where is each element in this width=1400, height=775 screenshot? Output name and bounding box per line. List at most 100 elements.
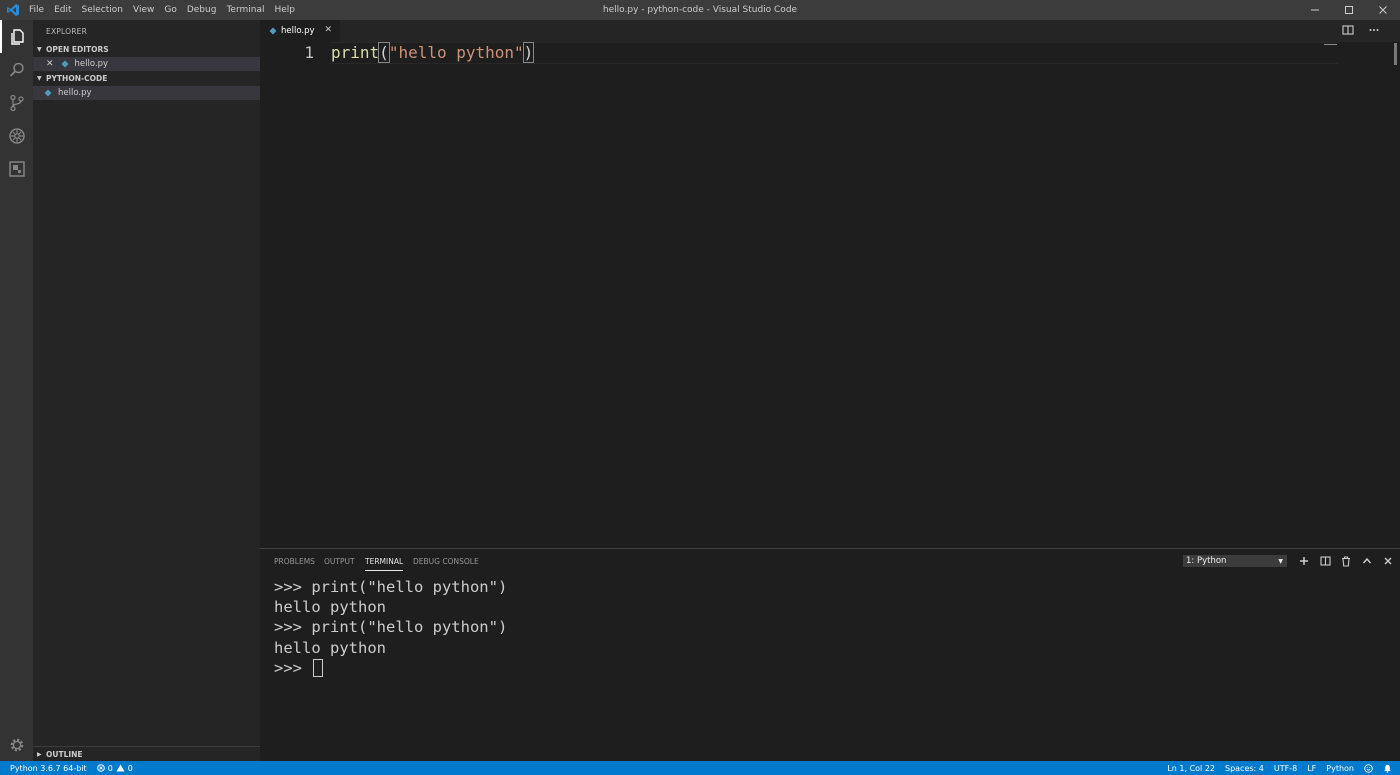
vscode-logo-icon — [7, 4, 19, 16]
terminal-line: hello python — [274, 598, 386, 617]
more-actions-icon[interactable] — [1368, 24, 1380, 36]
bottom-panel: PROBLEMS OUTPUT TERMINAL DEBUG CONSOLE 1… — [260, 548, 1400, 761]
window-controls — [1298, 0, 1400, 20]
code-open-paren: ( — [378, 42, 390, 63]
tab-label: hello.py — [281, 26, 315, 36]
warning-icon — [116, 764, 125, 772]
encoding[interactable]: UTF-8 — [1274, 764, 1297, 773]
tab-output[interactable]: OUTPUT — [324, 557, 355, 566]
status-bar-right: Ln 1, Col 22 Spaces: 4 UTF-8 LF Python — [1167, 761, 1392, 775]
menu-go[interactable]: Go — [164, 5, 176, 15]
terminal-select-value: 1: Python — [1186, 556, 1227, 566]
maximize-button[interactable] — [1332, 0, 1366, 20]
maximize-panel-button[interactable] — [1361, 555, 1373, 567]
terminal-line: hello python — [274, 638, 386, 657]
terminal-prompt: >>> — [274, 658, 312, 677]
status-bar: Python 3.6.7 64-bit 0 0 Ln 1, Col 22 Spa… — [0, 761, 1400, 775]
panel-actions — [1298, 555, 1394, 567]
terminal-cursor — [313, 658, 324, 677]
terminal-line: >>> print("hello python") — [274, 578, 508, 596]
minimap[interactable] — [1324, 44, 1337, 45]
split-icon — [1319, 556, 1331, 566]
outline-label: OUTLINE — [46, 749, 83, 759]
error-icon — [96, 764, 105, 772]
search-icon — [9, 62, 24, 77]
menu-help[interactable]: Help — [274, 5, 295, 15]
vertical-scrollbar[interactable] — [1386, 42, 1400, 548]
menu-terminal[interactable]: Terminal — [226, 5, 264, 15]
smiley-icon — [1364, 763, 1373, 773]
new-terminal-button[interactable] — [1298, 555, 1310, 567]
indentation[interactable]: Spaces: 4 — [1225, 764, 1264, 773]
folder-header[interactable]: ▼ PYTHON-CODE — [33, 71, 260, 85]
gear-icon — [10, 738, 23, 751]
line-number: 1 — [304, 43, 314, 62]
activity-search[interactable] — [0, 53, 33, 86]
tab-problems[interactable]: PROBLEMS — [274, 557, 315, 566]
end-of-line[interactable]: LF — [1307, 764, 1316, 773]
activity-manage[interactable] — [0, 728, 33, 761]
python-interpreter[interactable]: Python 3.6.7 64-bit — [10, 764, 87, 773]
editor-tab-bar: hello.py ✕ — [260, 20, 1400, 42]
code-editor[interactable]: 1 print("hello python") — [260, 42, 1400, 548]
problems-status[interactable]: 0 0 — [96, 763, 133, 773]
close-icon — [1384, 557, 1392, 565]
cursor-position[interactable]: Ln 1, Col 22 — [1167, 764, 1215, 773]
split-terminal-button[interactable] — [1319, 555, 1331, 567]
code-close-paren: ) — [522, 42, 535, 63]
menu-bar: File Edit Selection View Go Debug Termin… — [29, 0, 305, 20]
file-tree-item[interactable]: hello.py — [33, 86, 260, 100]
activity-bar — [0, 20, 33, 761]
close-icon — [1379, 6, 1387, 14]
menu-selection[interactable]: Selection — [82, 5, 123, 15]
feedback-button[interactable] — [1364, 763, 1373, 773]
language-mode[interactable]: Python — [1326, 764, 1354, 773]
code-line[interactable]: print("hello python") — [331, 42, 535, 63]
terminal-select[interactable]: 1: Python ▼ — [1183, 555, 1287, 567]
minimize-icon — [1311, 9, 1319, 11]
kill-terminal-button[interactable] — [1340, 555, 1352, 567]
editor-actions — [1342, 24, 1380, 36]
trash-icon — [1342, 555, 1350, 567]
tab-close-icon[interactable]: ✕ — [324, 25, 332, 35]
python-file-icon — [44, 89, 52, 97]
close-window-button[interactable] — [1366, 0, 1400, 20]
chevron-down-icon: ▼ — [37, 74, 42, 82]
maximize-icon — [1345, 6, 1353, 14]
minimize-button[interactable] — [1298, 0, 1332, 20]
chevron-right-icon: ▶ — [37, 750, 42, 758]
error-count: 0 — [107, 763, 113, 773]
sidebar-title: EXPLORER — [46, 27, 87, 36]
close-panel-button[interactable] — [1382, 555, 1394, 567]
notifications-button[interactable] — [1383, 764, 1392, 773]
terminal-prompt-line[interactable]: >>> — [274, 658, 507, 678]
file-tree-filename: hello.py — [58, 88, 92, 98]
close-editor-icon[interactable]: ✕ — [46, 59, 54, 69]
open-editors-header[interactable]: ▼ OPEN EDITORS — [33, 42, 260, 56]
code-string: "hello python" — [388, 43, 524, 62]
open-editor-item[interactable]: ✕ hello.py — [33, 57, 260, 71]
python-file-icon — [61, 60, 69, 68]
split-editor-icon[interactable] — [1342, 24, 1354, 36]
terminal-output[interactable]: >>> print("hello python") hello python >… — [274, 577, 507, 678]
tab-terminal[interactable]: TERMINAL — [365, 557, 404, 571]
activity-source-control[interactable] — [0, 86, 33, 119]
outline-header[interactable]: ▶ OUTLINE — [33, 746, 260, 761]
scrollbar-thumb[interactable] — [1394, 43, 1397, 65]
activity-debug[interactable] — [0, 119, 33, 152]
activity-extensions[interactable] — [0, 152, 33, 185]
extensions-icon — [8, 160, 25, 177]
status-bar-left: Python 3.6.7 64-bit 0 0 — [10, 761, 133, 775]
chevron-up-icon — [1362, 557, 1372, 564]
code-function: print — [331, 43, 380, 62]
menu-file[interactable]: File — [29, 5, 44, 15]
debug-icon — [8, 127, 25, 144]
menu-debug[interactable]: Debug — [187, 5, 217, 15]
menu-edit[interactable]: Edit — [54, 5, 71, 15]
editor-tab[interactable]: hello.py ✕ — [260, 20, 340, 42]
menu-view[interactable]: View — [133, 5, 154, 15]
tab-debug-console[interactable]: DEBUG CONSOLE — [413, 557, 479, 566]
source-control-icon — [9, 94, 24, 111]
python-file-icon — [269, 27, 277, 35]
activity-explorer[interactable] — [0, 20, 33, 53]
